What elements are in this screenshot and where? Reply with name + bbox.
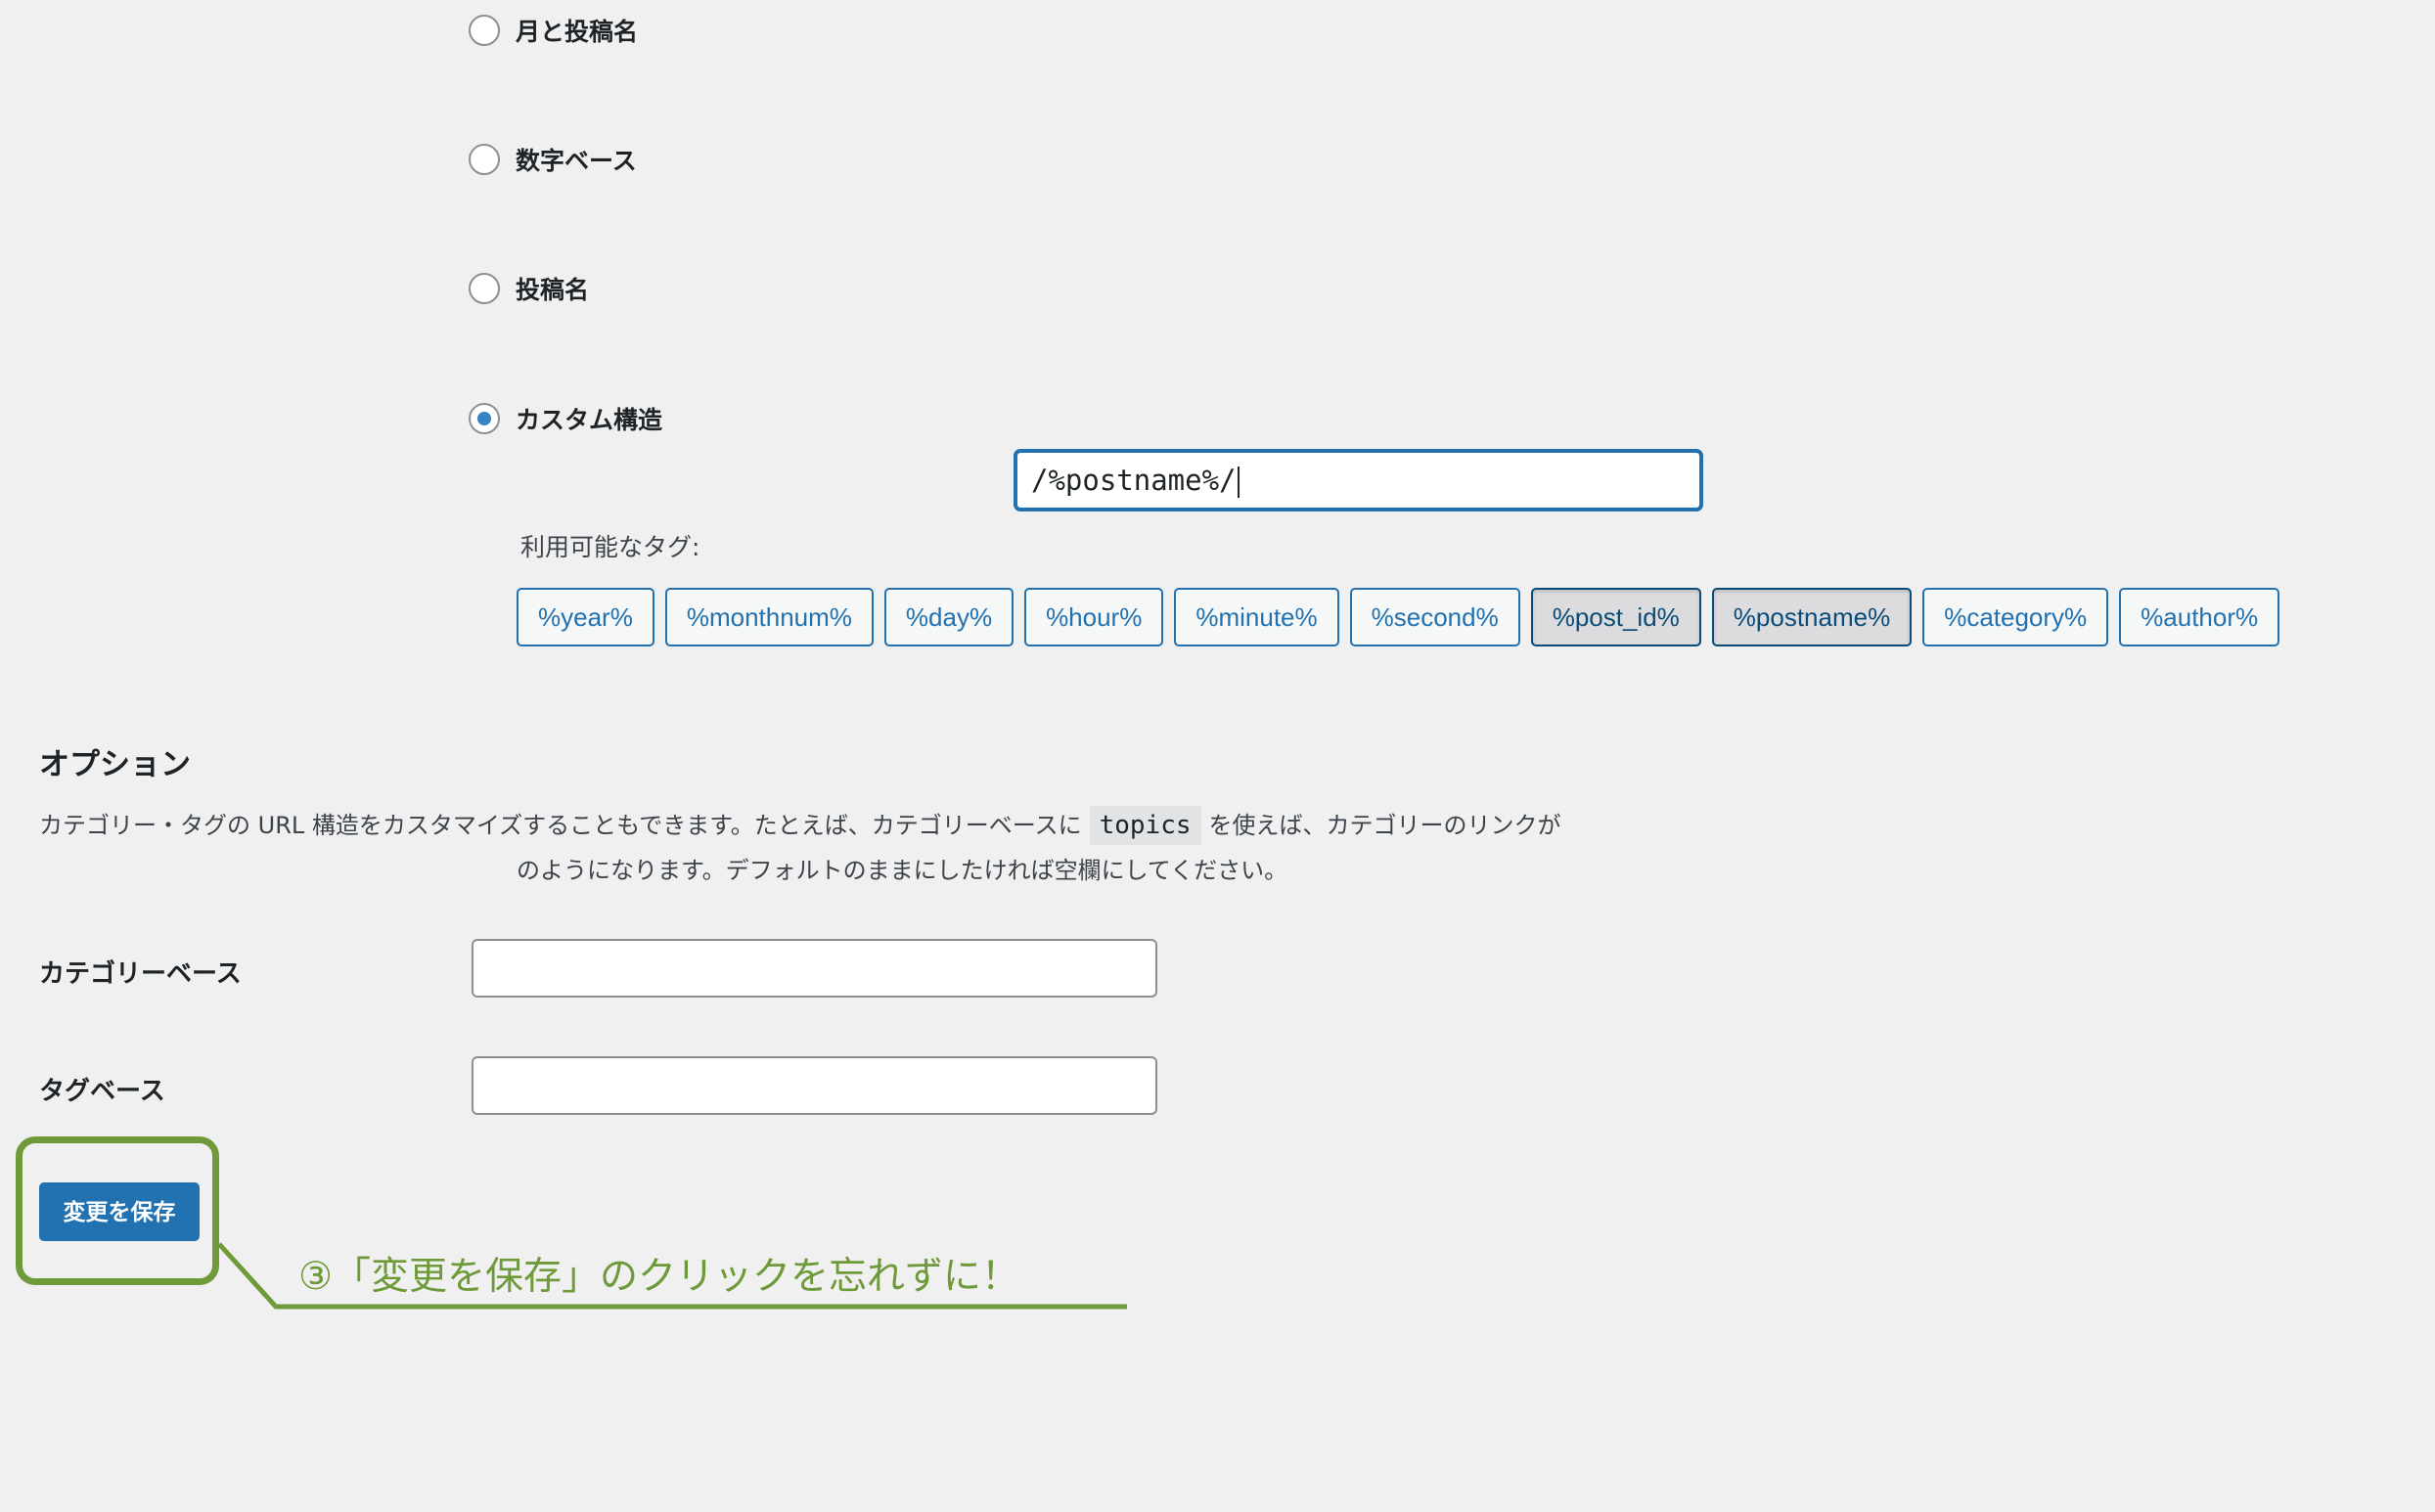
description-text: カテゴリー・タグの URL 構造をカスタマイズすることもできます。たとえば、カテ… [39, 812, 1082, 839]
radio-label: 投稿名 [516, 276, 590, 304]
options-heading: オプション [39, 747, 191, 782]
tag-button-post-id[interactable]: %post_id% [1530, 588, 1701, 646]
options-description-line2: のようになります。デフォルトのままにしたければ空欄にしてください。 [517, 857, 1288, 884]
radio-button-checked[interactable] [469, 403, 500, 434]
permalink-option-numeric[interactable]: 数字ベース [469, 140, 637, 179]
radio-button[interactable] [469, 144, 500, 175]
description-code: topics [1089, 806, 1201, 845]
radio-label: カスタム構造 [516, 406, 663, 434]
tag-button-minute[interactable]: %minute% [1174, 588, 1339, 646]
description-text: を使えば、カテゴリーのリンクが [1208, 812, 1561, 839]
tag-button-hour[interactable]: %hour% [1024, 588, 1164, 646]
custom-structure-value: /%postname%/ [1031, 464, 1237, 497]
tag-button-category[interactable]: %category% [1922, 588, 2109, 646]
radio-button[interactable] [469, 15, 500, 46]
annotation-text: ③「変更を保存」のクリックを忘れずに！ [298, 1255, 1019, 1299]
radio-label: 月と投稿名 [516, 18, 639, 46]
tag-button-second[interactable]: %second% [1349, 588, 1520, 646]
tag-button-monthnum[interactable]: %monthnum% [664, 588, 874, 646]
category-base-label: カテゴリーベース [39, 959, 242, 989]
tag-base-input[interactable] [472, 1056, 1157, 1115]
custom-structure-input[interactable]: /%postname%/ [1015, 450, 1702, 511]
radio-button[interactable] [469, 273, 500, 304]
tag-button-year[interactable]: %year% [517, 588, 654, 646]
save-changes-button[interactable]: 変更を保存 [39, 1182, 200, 1241]
radio-label: 数字ベース [516, 147, 637, 175]
text-caret [1237, 467, 1240, 498]
tag-button-postname[interactable]: %postname% [1711, 588, 1913, 646]
tag-base-label: タグベース [39, 1077, 165, 1106]
options-description-line1: カテゴリー・タグの URL 構造をカスタマイズすることもできます。たとえば、カテ… [39, 806, 1561, 845]
available-tags-list: %year% %monthnum% %day% %hour% %minute% … [517, 588, 2280, 646]
tag-button-author[interactable]: %author% [2119, 588, 2280, 646]
category-base-input[interactable] [472, 939, 1157, 998]
permalink-option-month-name[interactable]: 月と投稿名 [469, 11, 638, 50]
permalink-settings-page: 月と投稿名 数字ベース 投稿名 カスタム構造 /%postname%/ 利用可能… [0, 0, 2435, 1512]
tag-button-day[interactable]: %day% [883, 588, 1015, 646]
permalink-option-post-name[interactable]: 投稿名 [469, 269, 589, 308]
permalink-option-custom[interactable]: カスタム構造 [469, 399, 662, 438]
available-tags-label: 利用可能なタグ: [520, 533, 700, 561]
